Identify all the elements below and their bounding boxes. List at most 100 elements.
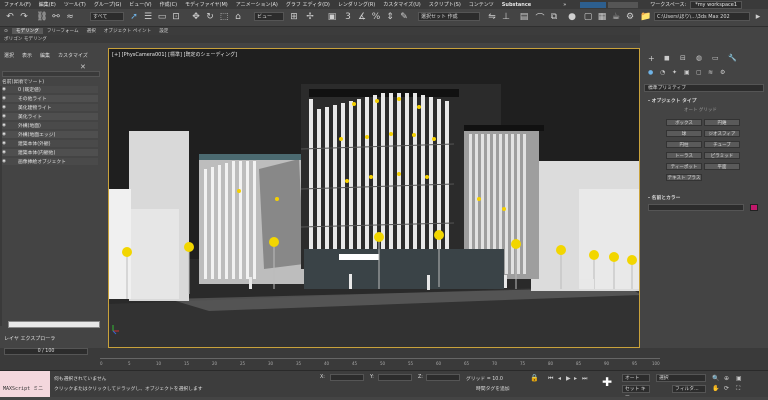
x-coordinate-field[interactable] (330, 374, 364, 381)
ribbon-tab-modeling[interactable]: モデリング (11, 28, 43, 34)
torus-button[interactable]: トーラス (666, 152, 702, 159)
layer-explorer-label[interactable]: レイヤ エクスプローラ (4, 335, 55, 342)
zoom-all-icon[interactable]: ⊕ (724, 375, 729, 382)
object-type-rollout[interactable]: - オブジェクト タイプ (648, 97, 697, 104)
material-editor-icon[interactable]: ● (566, 11, 578, 23)
select-object-icon[interactable]: ➚ (128, 11, 140, 23)
pivot-center-icon[interactable]: ⊞ (288, 11, 300, 23)
menu-rendering[interactable]: レンダリング(R) (334, 1, 379, 8)
menu-content[interactable]: コンテンツ (465, 1, 498, 8)
ribbon-tab-freeform[interactable]: フリーフォーム (43, 28, 83, 34)
explorer-scrollbar[interactable] (8, 321, 100, 328)
utilities-tab-icon[interactable]: 🔧 (728, 54, 737, 62)
menu-file[interactable]: ファイル(F) (0, 1, 35, 8)
text-plus-button[interactable]: テキスト プラス (666, 174, 702, 181)
rendered-frame-window-icon[interactable]: ▦ (596, 11, 608, 23)
space-warps-icon[interactable]: ≋ (708, 69, 713, 76)
layer-row[interactable]: ◉ 建築本体(外観) (2, 140, 98, 147)
layer-row[interactable]: ◉ 外構(地面エッジ) (2, 131, 98, 138)
move-icon[interactable]: ✥ (190, 11, 202, 23)
ribbon-tab-selection[interactable]: 選択 (83, 28, 100, 34)
window-crossing-icon[interactable]: ⊡ (170, 11, 182, 23)
eye-icon[interactable]: ◉ (2, 96, 8, 101)
set-key-button[interactable]: セット キー (622, 385, 650, 399)
curve-editor-icon[interactable]: ⌒ (534, 11, 546, 24)
render-icon[interactable]: ☕ (610, 11, 622, 23)
layer-row[interactable]: ◉ 美化ライト (2, 113, 98, 120)
render-setup-icon[interactable]: ▢ (582, 11, 594, 23)
perspective-viewport[interactable] (108, 48, 640, 348)
motion-tab-icon[interactable]: ◍ (696, 54, 702, 62)
scale-icon[interactable]: ⬚ (218, 11, 230, 23)
menu-scripting[interactable]: スクリプト(S) (425, 1, 465, 8)
lights-icon[interactable]: ✦ (672, 69, 677, 76)
menu-view[interactable]: ビュー(V) (125, 1, 155, 8)
geometry-icon[interactable]: ● (648, 69, 653, 76)
polygon-modeling-label[interactable]: ポリゴン モデリング (0, 36, 51, 42)
menu-edit[interactable]: 編集(E) (35, 1, 60, 8)
autogrid-checkbox[interactable]: オート グリッド (684, 107, 717, 113)
selection-filter-dropdown[interactable]: すべて (90, 12, 124, 21)
select-by-name-icon[interactable]: ☰ (142, 11, 154, 23)
scene-menu-select[interactable]: 選択 (0, 52, 18, 59)
add-time-tag[interactable]: 時間タグを追加 (476, 385, 510, 392)
lock-icon[interactable]: 🔒 (530, 374, 539, 382)
helpers-icon[interactable]: ▢ (696, 69, 702, 76)
layer-row[interactable]: ◉ 画像挿絵オブジェクト (2, 158, 98, 165)
modify-tab-icon[interactable]: ◼ (664, 54, 670, 62)
mirror-tool-icon[interactable]: ⇋ (486, 11, 498, 23)
eye-icon[interactable]: ◉ (2, 87, 8, 92)
geosphere-button[interactable]: ジオスフィア (704, 130, 740, 137)
layer-row[interactable]: ◉ その他ライト (2, 95, 98, 102)
menu-tools[interactable]: ツール(T) (60, 1, 90, 8)
display-tab-icon[interactable]: ▭ (712, 54, 719, 62)
tube-button[interactable]: チューブ (704, 141, 740, 148)
pan-icon[interactable]: ✋ (712, 385, 719, 392)
name-color-rollout[interactable]: - 名前とカラー (648, 194, 680, 201)
cylinder-button[interactable]: 円柱 (666, 141, 702, 148)
menu-group[interactable]: グループ(G) (90, 1, 125, 8)
go-to-start-icon[interactable]: ⏮ (548, 375, 553, 383)
play-icon[interactable]: ▶ (566, 375, 571, 382)
viewport-label[interactable]: [+] [PhysCamera001] [標準] [既定のシェーディング] (112, 51, 237, 58)
eye-icon[interactable]: ◉ (2, 132, 8, 137)
menu-animation[interactable]: アニメーション(A) (232, 1, 282, 8)
link-icon[interactable]: ⛓ (36, 11, 48, 23)
reference-coordinate-dropdown[interactable]: ビュー (254, 12, 284, 21)
project-path-field[interactable]: C:\Users\ほり\...\3ds Max 202 (654, 12, 750, 21)
sign-in-field[interactable] (608, 1, 639, 8)
place-icon[interactable]: ⌂ (232, 11, 244, 23)
bind-space-warp-icon[interactable]: ≈ (64, 11, 76, 23)
menu-modifiers[interactable]: モディファイヤ(M) (181, 1, 232, 8)
layer-row[interactable]: ◉ 0 (既定値) (2, 86, 98, 93)
spinner-snap-icon[interactable]: ⇕ (384, 11, 396, 23)
z-coordinate-field[interactable] (426, 374, 460, 381)
workspace-dropdown[interactable]: *my workspace1 (690, 0, 743, 9)
menu-customize[interactable]: カスタマイズ(U) (379, 1, 424, 8)
object-color-swatch[interactable] (750, 204, 758, 211)
edit-named-selection-icon[interactable]: ✎ (398, 11, 410, 23)
y-coordinate-field[interactable] (378, 374, 412, 381)
add-key-icon[interactable]: ✚ (602, 375, 612, 389)
eye-icon[interactable]: ◉ (2, 141, 8, 146)
scene-menu-customize[interactable]: カスタマイズ (54, 52, 92, 59)
schematic-view-icon[interactable]: ⧉ (548, 11, 560, 23)
create-tab-icon[interactable]: + (648, 54, 655, 63)
scene-search-field[interactable] (2, 71, 100, 77)
redo-icon[interactable]: ↷ (18, 11, 30, 23)
pyramid-button[interactable]: ピラミッド (704, 152, 740, 159)
auto-key-button[interactable]: オート (622, 374, 650, 382)
unlink-icon[interactable]: ⚯ (50, 11, 62, 23)
menu-substance[interactable]: Substance (498, 2, 535, 8)
object-name-field[interactable] (648, 204, 744, 211)
cone-button[interactable]: 円錐 (704, 119, 740, 126)
project-folder-icon[interactable]: ▸ (752, 11, 764, 23)
user-avatar-icon[interactable] (580, 1, 607, 8)
snap-3d-icon[interactable]: 3 (342, 11, 354, 23)
zoom-extents-icon[interactable]: ▣ (736, 375, 742, 382)
next-frame-icon[interactable]: ▸ (574, 375, 577, 382)
rectangular-selection-icon[interactable]: ▭ (156, 11, 168, 23)
menu-graph-editors[interactable]: グラフ エディタ(D) (282, 1, 334, 8)
layer-explorer-icon[interactable]: ▤ (518, 11, 530, 23)
zoom-icon[interactable]: 🔍 (712, 375, 719, 382)
